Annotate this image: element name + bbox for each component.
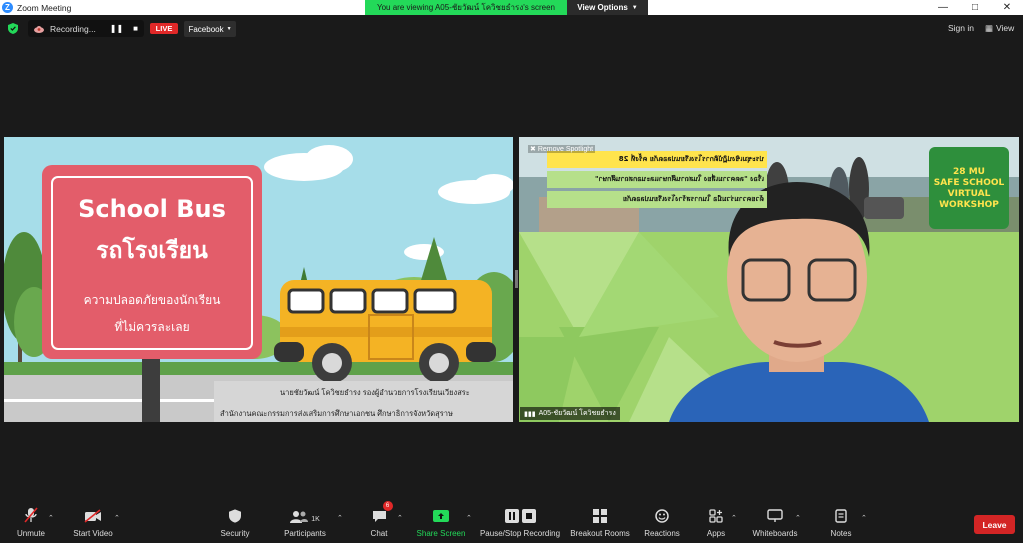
sign-title-en: School Bus (78, 195, 226, 223)
maximize-button[interactable]: □ (959, 0, 991, 15)
breakout-rooms-icon (593, 509, 607, 523)
notes-label: Notes (830, 529, 852, 538)
apps-icon (709, 509, 723, 523)
participants-icon (290, 511, 309, 523)
view-button[interactable]: ▦ View (985, 23, 1014, 34)
pin-icon: ✖ (530, 146, 538, 153)
more-options-caret[interactable]: ⌃ (861, 514, 867, 522)
participant-name-tag: ▮▮▮ A05-ชัยวัฒน์ โควิชยธำรง (520, 407, 620, 420)
workshop-badge: 28 MU SAFE SCHOOL VIRTUAL WORKSHOP (933, 167, 1005, 210)
chat-bubble-icon (372, 511, 386, 522)
window-controls: — □ ✕ (927, 0, 1023, 15)
cloud-recording-icon (34, 25, 44, 33)
meeting-toolbar: Unmute ⌃ Start Video ⌃ Security 1K Parti… (0, 501, 1023, 543)
remove-spotlight-label: Remove Spotlight (537, 146, 594, 153)
event-banner-line1: ประชุมเชิงปฏิบัติการโรงเรียนปลอดภัย ครั้… (547, 151, 767, 168)
view-options-button[interactable]: View Options ▼ (567, 0, 648, 15)
chat-button[interactable]: 6 Chat (365, 501, 393, 543)
share-screen-button[interactable]: Share Screen (415, 505, 467, 543)
sign-in-link[interactable]: Sign in (948, 23, 974, 33)
chevron-down-icon: ▼ (631, 4, 638, 11)
shield-icon (229, 509, 241, 523)
sign-line1: ความปลอดภัยของนักเรียน (83, 293, 221, 307)
event-banner-line2: เรื่อง "ลดความเสี่ยง ในสถานศึกษาและนอกสถ… (547, 171, 767, 188)
zoom-app-icon: Z (2, 2, 13, 13)
shared-screen: School Bus รถโรงเรียน ความปลอดภัยของนักเ… (4, 137, 513, 422)
pause-stop-recording-label: Pause/Stop Recording (479, 529, 561, 538)
notes-icon (835, 509, 847, 523)
start-video-button[interactable]: Start Video (70, 505, 116, 543)
participants-count: 1K (311, 516, 320, 523)
recording-status: Recording... ❚❚ ■ (28, 20, 144, 37)
view-label: View (996, 23, 1015, 33)
close-button[interactable]: ✕ (991, 0, 1023, 15)
video-off-icon (84, 509, 101, 523)
share-options-caret[interactable]: ⌃ (466, 514, 472, 522)
microphone-muted-icon (24, 507, 38, 523)
apps-label: Apps (706, 529, 726, 538)
signal-strength-icon: ▮▮▮ (524, 410, 536, 418)
live-badge[interactable]: LIVE (150, 23, 178, 34)
chat-unread-badge: 6 (382, 501, 393, 511)
unmute-label: Unmute (16, 529, 45, 538)
chevron-down-icon: ▼ (226, 26, 232, 32)
chat-options-caret[interactable]: ⌃ (397, 514, 403, 522)
stop-recording-icon[interactable]: ■ (133, 24, 138, 33)
whiteboards-options-caret[interactable]: ⌃ (795, 514, 801, 522)
start-video-label: Start Video (73, 529, 113, 538)
remove-spotlight-button[interactable]: ✖ Remove Spotlight (528, 145, 596, 153)
smiley-icon (655, 509, 669, 523)
window-title: Zoom Meeting (17, 2, 72, 13)
unmute-button[interactable]: Unmute (14, 505, 48, 543)
live-stream-dropdown[interactable]: Facebook ▼ (184, 21, 236, 37)
participants-button[interactable]: 1K Participants (281, 505, 329, 543)
sign-title-th: รถโรงเรียน (96, 238, 208, 264)
whiteboards-button[interactable]: Whiteboards (750, 505, 800, 543)
share-screen-label: Share Screen (416, 529, 466, 538)
credit-line2: สำนักงานคณะกรรมการส่งเสริมการศึกษาเอกชน … (220, 409, 453, 418)
whiteboards-label: Whiteboards (752, 529, 798, 538)
notes-button[interactable]: Notes (826, 505, 856, 543)
view-options-label: View Options (577, 3, 628, 12)
security-button[interactable]: Security (217, 505, 253, 543)
participant-video[interactable]: 28 MU SAFE SCHOOL VIRTUAL WORKSHOP ประชุ… (519, 137, 1019, 422)
zoom-meeting-window: Z Zoom Meeting — □ ✕ You are viewing A05… (0, 0, 1023, 543)
security-shield-icon[interactable] (8, 23, 18, 34)
participants-options-caret[interactable]: ⌃ (337, 514, 343, 522)
participant-name: A05-ชัยวัฒน์ โควิชยธำรง (538, 410, 616, 417)
audio-options-caret[interactable]: ⌃ (48, 514, 54, 522)
sign-line2: ที่ไม่ควรละเลย (114, 320, 190, 334)
grid-view-icon: ▦ (985, 23, 994, 33)
security-label: Security (220, 529, 250, 538)
share-screen-icon (433, 510, 449, 522)
pause-recording-icon[interactable]: ❚❚ (110, 24, 123, 33)
reactions-label: Reactions (644, 529, 680, 538)
breakout-rooms-button[interactable]: Breakout Rooms (568, 505, 632, 543)
stop-icon (521, 509, 536, 523)
apps-options-caret[interactable]: ⌃ (731, 514, 737, 522)
leave-button[interactable]: Leave (974, 515, 1015, 534)
whiteboard-icon (767, 509, 783, 522)
chat-label: Chat (370, 529, 388, 538)
event-banner-line3: ด้วยความร่วมมือ ในการสร้างโรงเรียนปลอดภั… (547, 191, 767, 208)
apps-button[interactable]: Apps (702, 505, 730, 543)
participants-label: Participants (284, 529, 326, 538)
minimize-button[interactable]: — (927, 0, 959, 15)
reactions-button[interactable]: Reactions (642, 505, 682, 543)
breakout-rooms-label: Breakout Rooms (570, 529, 630, 538)
viewing-text: You are viewing A05-ชัยวัฒน์ โควิชยธำรง'… (365, 0, 567, 15)
recording-label: Recording... (50, 23, 96, 34)
pause-stop-recording-button[interactable]: Pause/Stop Recording (478, 505, 562, 543)
event-banner: ประชุมเชิงปฏิบัติการโรงเรียนปลอดภัย ครั้… (547, 151, 767, 208)
stream-target-label: Facebook (188, 24, 224, 34)
video-options-caret[interactable]: ⌃ (114, 514, 120, 522)
split-divider[interactable] (515, 270, 518, 288)
viewing-banner: You are viewing A05-ชัยวัฒน์ โควิชยธำรง'… (365, 0, 648, 15)
credit-line1: นายชัยวัฒน์ โควิชยธำรง รองผู้อำนวยการโรง… (280, 388, 470, 397)
pause-icon (504, 509, 519, 523)
